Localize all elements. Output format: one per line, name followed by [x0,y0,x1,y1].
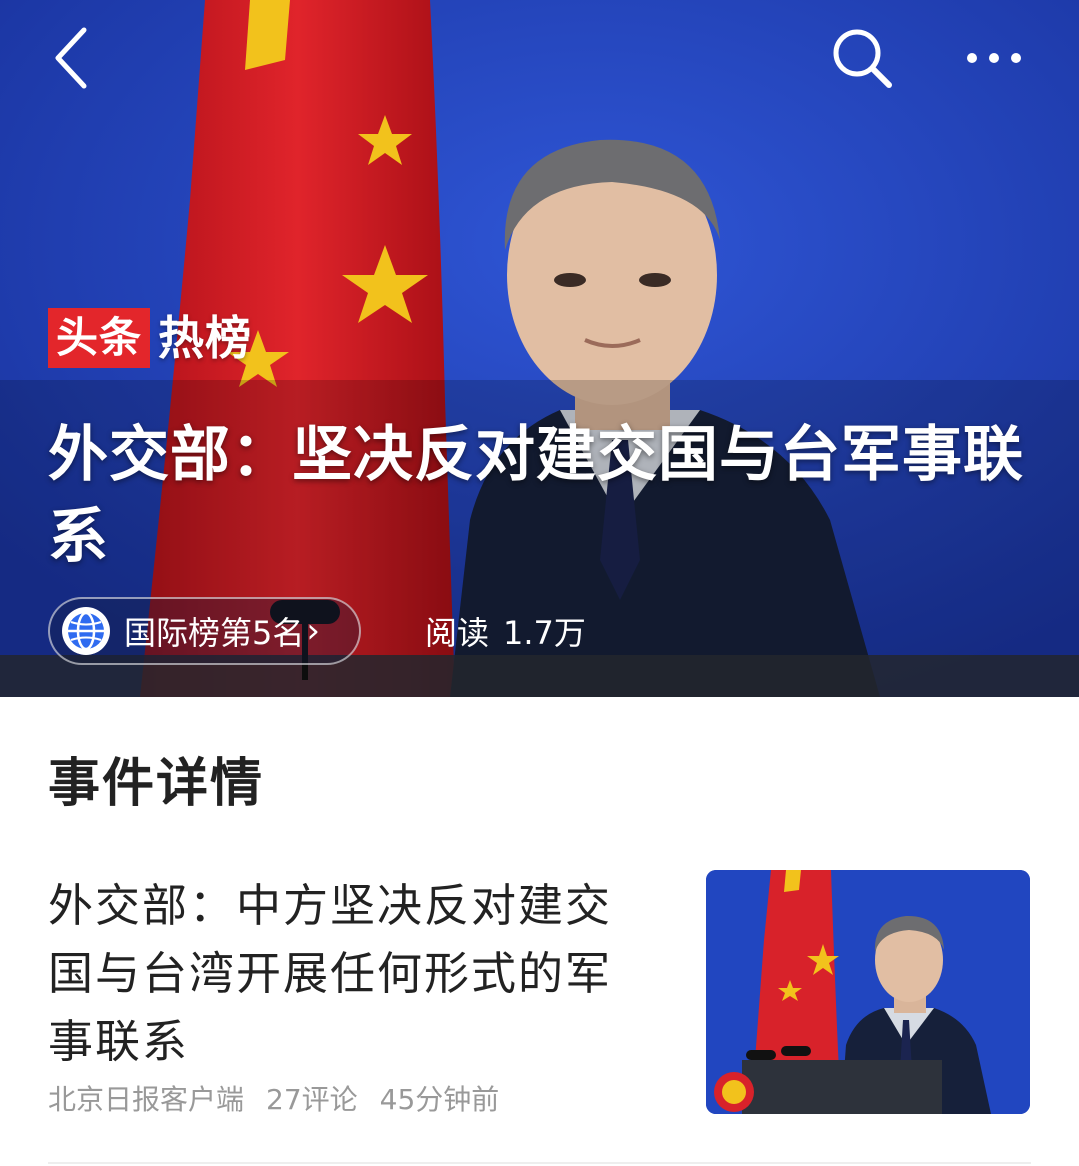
section-title: 事件详情 [48,754,265,814]
read-count-label: 阅读 [425,614,490,652]
read-count: 阅读 1.7万 [425,608,600,654]
search-icon [833,29,892,88]
chevron-left-icon [55,27,87,89]
search-button[interactable] [826,22,898,94]
read-count-value: 1.7万 [503,614,586,652]
article-title[interactable]: 外交部：中方坚决反对建交国与台湾开展任何形式的军事联系 [48,872,648,1076]
globe-icon [62,607,110,655]
article-card[interactable]: 外交部：中方坚决反对建交国与台湾开展任何形式的军事联系 北京日报客户端 27评论 4… [0,860,1079,1160]
article-source: 北京日报客户端 [48,1083,245,1116]
brand-white-label: 热榜 [158,311,253,365]
more-button[interactable] [958,22,1030,94]
rank-chip[interactable]: 国际榜第5名 › [48,597,361,665]
hot-list-brand: 头条 热榜 [48,308,252,368]
article-comments: 27评论 [266,1083,358,1116]
divider [48,1162,1031,1164]
back-button[interactable] [36,22,108,94]
article-meta: 北京日报客户端 27评论 45分钟前 [48,1078,521,1118]
article-time: 45分钟前 [379,1083,500,1116]
brand-red-label: 头条 [48,308,151,368]
thumbnail-photo [706,870,1030,1114]
more-horizontal-icon [967,53,1021,63]
hero-banner[interactable]: 头条 热榜 外交部：坚决反对建交国与台军事联系 国际榜第5名 › 阅读 1.7万 [0,0,1079,697]
chevron-right-icon: › [306,611,320,651]
rank-label: 国际榜第5名 [124,614,305,652]
article-thumbnail[interactable] [706,870,1030,1114]
hero-title: 外交部：坚决反对建交国与台军事联系 [48,420,1024,572]
